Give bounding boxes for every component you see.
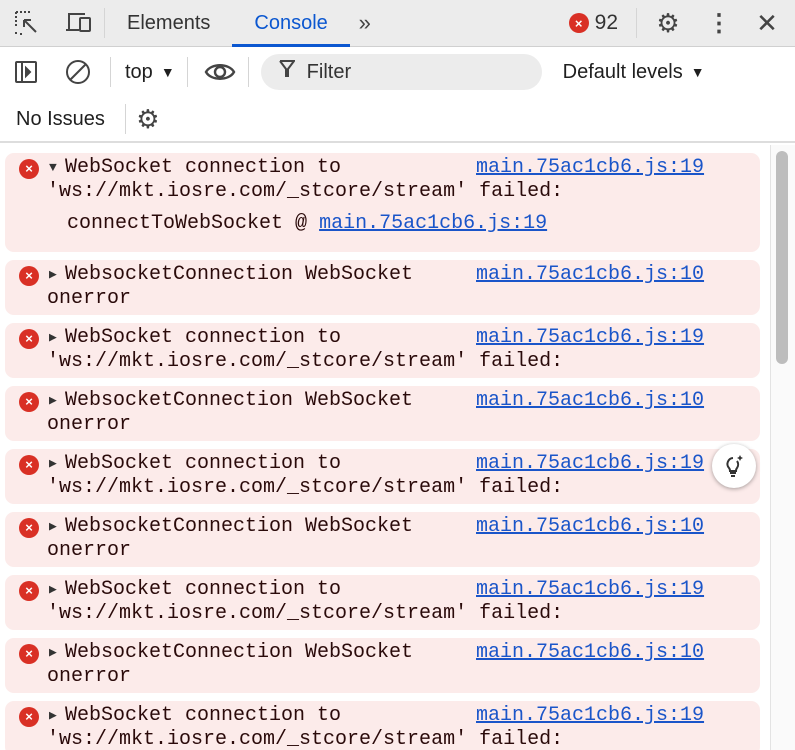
sidebar-toggle-icon[interactable] — [0, 60, 52, 84]
divider — [186, 57, 188, 87]
source-link[interactable]: main.75ac1cb6.js:10 — [476, 515, 704, 539]
expand-triangle-icon[interactable]: ▶ — [49, 641, 65, 665]
console-error-message[interactable]: × ▶ WebsocketConnection WebSocket onerror ma… — [5, 386, 760, 441]
expand-triangle-icon[interactable]: ▶ — [49, 326, 65, 350]
expand-triangle-icon[interactable]: ▶ — [49, 263, 65, 287]
expand-triangle-icon[interactable]: ▶ — [49, 389, 65, 413]
source-link[interactable]: main.75ac1cb6.js:10 — [476, 641, 704, 665]
source-link[interactable]: main.75ac1cb6.js:19 — [476, 452, 704, 476]
message-text-continued: onerror — [47, 665, 132, 688]
console-error-message[interactable]: × ▶ WebSocket connection to'ws://mkt.iosre… — [5, 575, 760, 630]
dropdown-arrow-icon: ▼ — [690, 64, 705, 80]
close-icon[interactable]: ✕ — [739, 8, 795, 39]
settings-gear-icon[interactable]: ⚙ — [637, 8, 699, 39]
context-label: top — [125, 60, 153, 83]
dropdown-arrow-icon: ▼ — [160, 64, 175, 80]
stack-source-link[interactable]: main.75ac1cb6.js:19 — [319, 212, 547, 235]
message-text-continued: 'ws://mkt.iosre.com/_stcore/stream' fail… — [47, 180, 564, 203]
source-link[interactable]: main.75ac1cb6.js:10 — [476, 389, 704, 413]
message-text: WebSocket connection to — [65, 452, 342, 475]
source-link[interactable]: main.75ac1cb6.js:19 — [476, 578, 704, 602]
message-text: WebsocketConnection WebSocket — [65, 263, 414, 286]
expand-triangle-icon[interactable]: ▶ — [49, 704, 65, 728]
message-text-continued: 'ws://mkt.iosre.com/_stcore/stream' fail… — [47, 728, 564, 750]
message-text-continued: 'ws://mkt.iosre.com/_stcore/stream' fail… — [47, 350, 564, 373]
error-icon: × — [19, 266, 39, 286]
source-link[interactable]: main.75ac1cb6.js:19 — [476, 326, 704, 350]
console-messages: × ▼ WebSocket connection to'ws://mkt.iosre… — [0, 145, 770, 750]
collapse-triangle-icon[interactable]: ▼ — [49, 156, 65, 180]
error-icon: × — [19, 329, 39, 349]
message-text-continued: 'ws://mkt.iosre.com/_stcore/stream' fail… — [47, 602, 564, 625]
console-settings-gear-icon[interactable]: ⚙ — [126, 104, 170, 135]
clear-console-icon[interactable] — [52, 59, 104, 85]
divider — [110, 57, 111, 87]
error-icon: × — [19, 518, 39, 538]
error-icon: × — [19, 392, 39, 412]
console-error-message[interactable]: × ▶ WebSocket connection to'ws://mkt.iosre… — [5, 449, 760, 504]
devtools-tabbar: Elements Console » × 92 ⚙ ⋮ ✕ — [0, 0, 795, 47]
error-icon: × — [19, 644, 39, 664]
filter-placeholder: Filter — [306, 60, 352, 83]
issues-label[interactable]: No Issues — [16, 108, 105, 131]
error-icon: × — [19, 581, 39, 601]
stack-function: connectToWebSocket @ — [67, 212, 308, 235]
ai-insights-lightbulb-icon[interactable] — [712, 444, 756, 488]
error-counter[interactable]: × 92 — [568, 11, 618, 35]
error-count: 92 — [594, 11, 618, 34]
message-text: WebsocketConnection WebSocket — [65, 515, 414, 538]
device-toolbar-icon[interactable] — [54, 11, 104, 35]
expand-triangle-icon[interactable]: ▶ — [49, 515, 65, 539]
source-link[interactable]: main.75ac1cb6.js:19 — [476, 156, 704, 180]
expand-triangle-icon[interactable]: ▶ — [49, 578, 65, 602]
scrollbar-thumb[interactable] — [776, 151, 788, 364]
error-icon: × — [568, 13, 589, 33]
issues-bar: No Issues ⚙ — [0, 97, 795, 143]
message-text: WebSocket connection to — [65, 578, 342, 601]
more-options-icon[interactable]: ⋮ — [699, 9, 739, 38]
console-error-message[interactable]: × ▶ WebsocketConnection WebSocket onerror ma… — [5, 260, 760, 315]
error-icon: × — [19, 455, 39, 475]
message-text: WebSocket connection to — [65, 326, 342, 349]
message-text: WebSocket connection to — [65, 704, 342, 727]
expand-triangle-icon[interactable]: ▶ — [49, 452, 65, 476]
message-text-continued: onerror — [47, 287, 132, 310]
message-text-continued: 'ws://mkt.iosre.com/_stcore/stream' fail… — [47, 476, 564, 499]
tab-console[interactable]: Console — [232, 0, 350, 47]
source-link[interactable]: main.75ac1cb6.js:10 — [476, 263, 704, 287]
filter-input[interactable]: Filter — [260, 54, 542, 90]
source-link[interactable]: main.75ac1cb6.js:19 — [476, 704, 704, 728]
divider — [247, 57, 249, 87]
console-error-message[interactable]: × ▶ WebsocketConnection WebSocket onerror ma… — [5, 512, 760, 567]
message-text-continued: onerror — [47, 539, 132, 562]
message-text-continued: onerror — [47, 413, 132, 436]
message-text: WebSocket connection to — [65, 156, 342, 179]
live-expression-eye-icon[interactable] — [200, 61, 240, 83]
console-error-message[interactable]: × ▶ WebSocket connection to'ws://mkt.iosre… — [5, 323, 760, 378]
message-text: WebsocketConnection WebSocket — [65, 389, 414, 412]
message-text: WebsocketConnection WebSocket — [65, 641, 414, 664]
console-error-message[interactable]: × ▼ WebSocket connection to'ws://mkt.iosre… — [5, 153, 760, 252]
context-selector[interactable]: top ▼ — [125, 61, 175, 84]
scrollbar[interactable] — [770, 145, 795, 750]
error-icon: × — [19, 159, 39, 179]
console-error-message[interactable]: × ▶ WebSocket connection to'ws://mkt.iosre… — [5, 701, 760, 750]
filter-funnel-icon — [278, 60, 296, 84]
log-levels-label: Default levels — [562, 60, 683, 83]
tab-elements[interactable]: Elements — [105, 0, 232, 47]
log-levels-dropdown[interactable]: Default levels ▼ — [563, 61, 705, 84]
console-error-message[interactable]: × ▶ WebsocketConnection WebSocket onerror ma… — [5, 638, 760, 693]
console-toolbar: top ▼ Filter Default levels ▼ — [0, 47, 795, 97]
inspect-element-icon[interactable] — [0, 10, 54, 36]
error-icon: × — [19, 707, 39, 727]
stack-trace: connectToWebSocket @ main.75ac1cb6.js:19 — [49, 204, 760, 248]
more-tabs-icon[interactable]: » — [350, 10, 380, 36]
